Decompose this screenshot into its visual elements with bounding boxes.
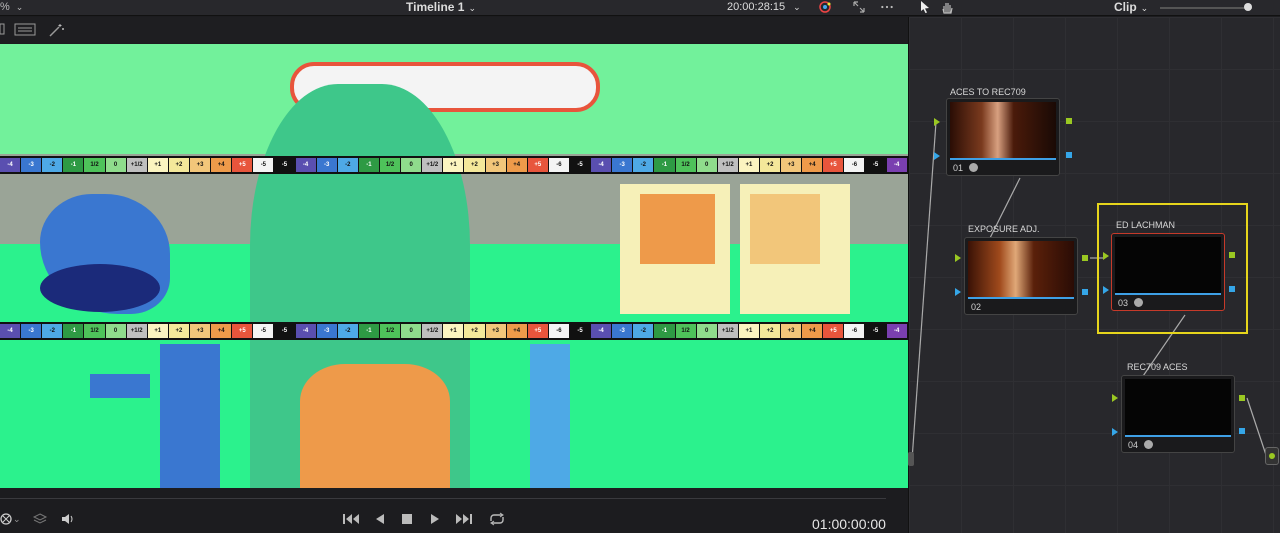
- node-rec709-aces[interactable]: 04: [1121, 375, 1235, 453]
- node-key-input-pin[interactable]: [1103, 286, 1109, 294]
- node-key-input-pin[interactable]: [955, 288, 961, 296]
- resolve-color-page: % ⌄ Timeline 1 ⌄ 20:00:28:15 ⌄ Clip ⌄ -4…: [0, 0, 1280, 533]
- output-pin[interactable]: [1269, 453, 1275, 459]
- node-key-output-pin[interactable]: [1229, 286, 1235, 292]
- node-output-pin[interactable]: [1066, 118, 1072, 124]
- node-label: ACES TO REC709: [950, 87, 1026, 97]
- node-thumbnail: [968, 241, 1074, 299]
- node-label: EXPOSURE ADJ.: [968, 224, 1040, 234]
- node-input-pin[interactable]: [1112, 394, 1118, 402]
- node-fx-icon: [969, 163, 978, 172]
- node-label: ED LACHMAN: [1116, 220, 1176, 230]
- node-input-pin[interactable]: [934, 118, 940, 126]
- node-fx-icon: [1134, 298, 1143, 307]
- node-aces-to-rec709[interactable]: 01: [946, 98, 1060, 176]
- node-key-input-pin[interactable]: [934, 152, 940, 160]
- node-key-input-pin[interactable]: [1112, 428, 1118, 436]
- node-input-pin[interactable]: [955, 254, 961, 262]
- node-output-pin[interactable]: [1239, 395, 1245, 401]
- node-number: 01: [953, 163, 964, 173]
- node-ed-lachman[interactable]: 03: [1111, 233, 1225, 311]
- node-key-output-pin[interactable]: [1066, 152, 1072, 158]
- node-thumbnail: [950, 102, 1056, 160]
- node-thumbnail: [1115, 237, 1221, 295]
- node-output-pin[interactable]: [1229, 252, 1235, 258]
- node-thumbnail: [1125, 379, 1231, 437]
- node-fx-icon: [1144, 440, 1153, 449]
- node-label: REC709 ACES: [1127, 362, 1188, 372]
- graph-input-source[interactable]: [908, 452, 914, 466]
- node-exposure-adj[interactable]: 02: [964, 237, 1078, 315]
- node-number: 02: [971, 302, 982, 312]
- node-connections: [911, 121, 1267, 461]
- node-key-output-pin[interactable]: [1082, 289, 1088, 295]
- node-output-pin[interactable]: [1082, 255, 1088, 261]
- node-input-pin[interactable]: [1103, 252, 1109, 260]
- node-number: 04: [1128, 440, 1139, 450]
- node-number: 03: [1118, 298, 1129, 308]
- node-key-output-pin[interactable]: [1239, 428, 1245, 434]
